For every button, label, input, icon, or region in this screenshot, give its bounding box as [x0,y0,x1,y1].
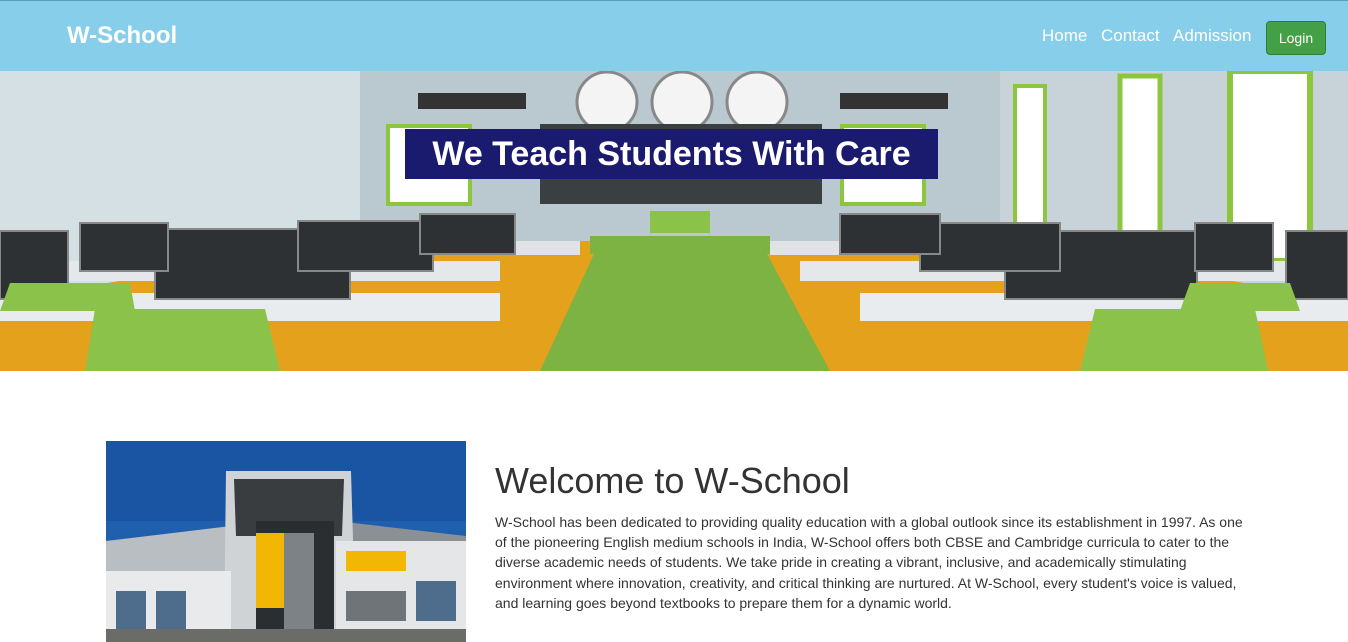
login-button[interactable]: Login [1266,21,1326,55]
school-building-image [106,441,466,642]
nav-link-admission[interactable]: Admission [1173,26,1251,46]
nav-link-home[interactable]: Home [1042,26,1087,46]
nav-link-contact[interactable]: Contact [1101,26,1160,46]
classroom-illustration [0,71,1348,371]
welcome-paragraph: W-School has been dedicated to providing… [495,514,1243,611]
welcome-heading: Welcome to W-School [495,460,850,501]
brand-logo[interactable]: W-School [67,22,177,50]
navbar: W-School Home Contact Admission Login [0,0,1348,71]
hero-banner: We Teach Students With Care [0,71,1348,371]
hero-title: We Teach Students With Care [405,129,938,179]
